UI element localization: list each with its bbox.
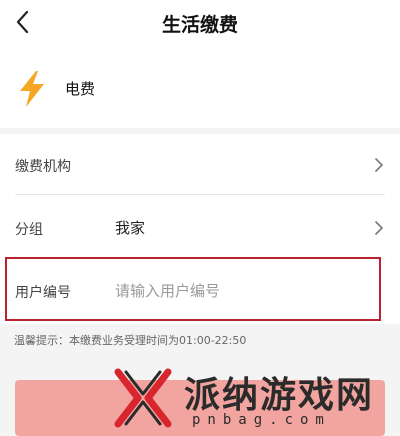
- chevron-right-icon: [375, 158, 383, 172]
- watermark-text: 派纳游戏网: [184, 375, 375, 416]
- page-title: 生活缴费: [161, 14, 238, 36]
- watermark: 派纳游戏网 pnbag.com: [112, 366, 400, 436]
- divider: [15, 194, 385, 195]
- watermark-domain: pnbag.com: [192, 412, 331, 428]
- group-value: 我家: [115, 219, 146, 237]
- top-bar: 生活缴费: [0, 0, 400, 48]
- watermark-logo-icon: [114, 368, 172, 428]
- service-name: 电费: [65, 80, 96, 98]
- lightning-bolt-icon: [20, 71, 44, 107]
- institution-row[interactable]: 缴费机构: [0, 134, 400, 194]
- payment-form: 缴费机构 分组 我家 用户编号 请输入用户编号: [0, 134, 400, 324]
- chevron-right-icon: [375, 221, 383, 235]
- highlight-box: [5, 257, 381, 321]
- notice-text: 温馨提示：本缴费业务受理时间为01:00-22:50: [14, 334, 247, 347]
- institution-label: 缴费机构: [15, 159, 71, 175]
- group-label: 分组: [15, 222, 43, 238]
- service-card: 电费: [0, 48, 400, 128]
- group-row[interactable]: 分组 我家: [0, 197, 400, 257]
